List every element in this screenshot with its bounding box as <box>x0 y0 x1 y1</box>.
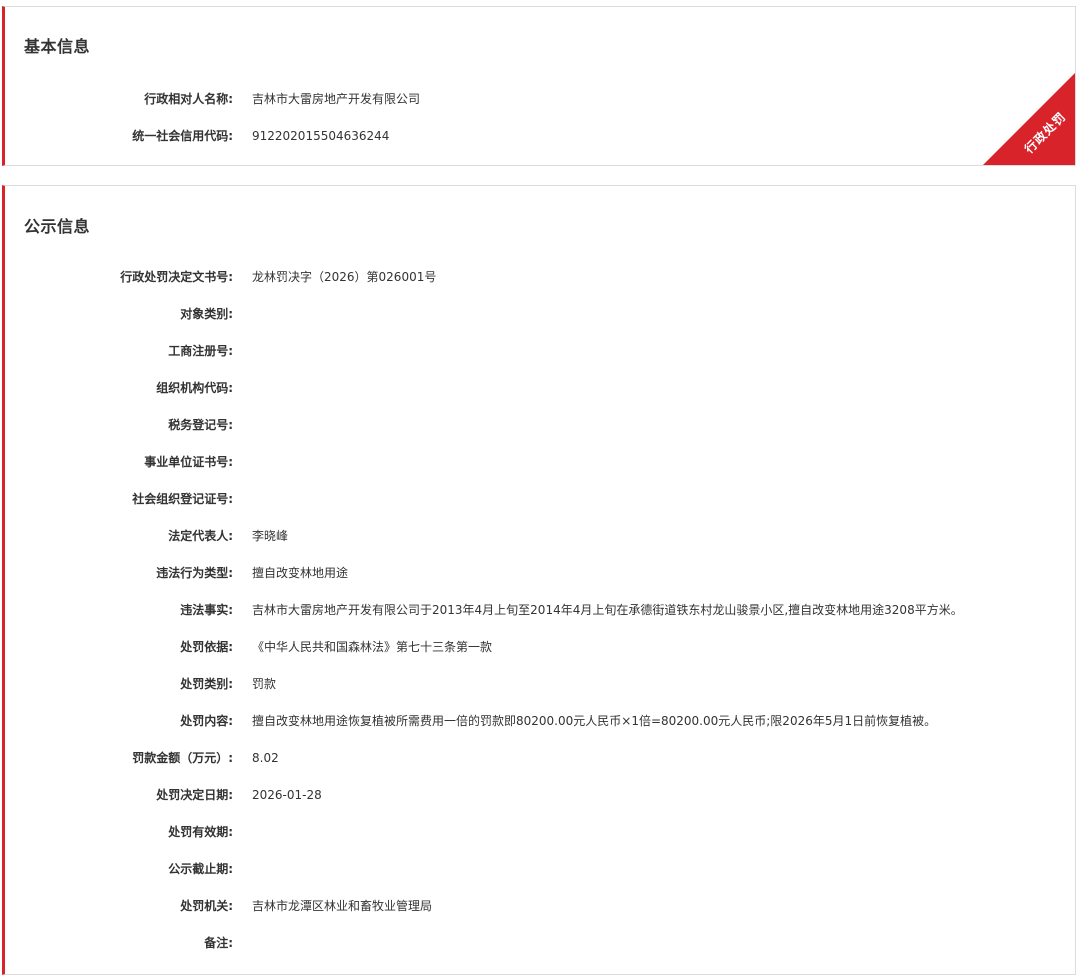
field-label: 社会组织登记证号: <box>132 492 233 506</box>
field-value: 吉林市龙潭区林业和畜牧业管理局 <box>252 899 433 913</box>
field-value: 吉林市大雷房地产开发有限公司于2013年4月上旬至2014年4月上旬在承德街道铁… <box>252 603 963 617</box>
public-info-rows: 行政处罚决定文书号: 龙林罚决字（2026）第026001号 对象类别: 工商注… <box>5 258 1075 961</box>
field-value: 2026-01-28 <box>252 787 322 802</box>
field-label: 税务登记号: <box>168 418 233 432</box>
section-title-basic-info: 基本信息 <box>24 37 91 56</box>
field-row-violation-type: 违法行为类型: 擅自改变林地用途 <box>5 554 1075 591</box>
field-row-institution-cert-no: 事业单位证书号: <box>5 443 1075 480</box>
field-label: 罚款金额（万元）: <box>132 751 233 765</box>
field-label: 统一社会信用代码: <box>132 129 233 143</box>
field-label: 处罚类别: <box>180 677 233 691</box>
field-row-violation-facts: 违法事实: 吉林市大雷房地产开发有限公司于2013年4月上旬至2014年4月上旬… <box>5 591 1075 628</box>
field-row-credit-code: 统一社会信用代码: 912202015504636244 <box>5 117 1075 154</box>
field-label: 处罚有效期: <box>168 825 233 839</box>
field-value: 8.02 <box>252 750 279 765</box>
field-label: 事业单位证书号: <box>144 455 233 469</box>
field-row-penalty-basis: 处罚依据: 《中华人民共和国森林法》第七十三条第一款 <box>5 628 1075 665</box>
field-row-disclosure-deadline: 公示截止期: <box>5 850 1075 887</box>
field-label: 组织机构代码: <box>156 381 233 395</box>
field-value: 《中华人民共和国森林法》第七十三条第一款 <box>252 640 493 654</box>
field-value: 吉林市大雷房地产开发有限公司 <box>252 92 421 106</box>
field-row-social-org-reg-no: 社会组织登记证号: <box>5 480 1075 517</box>
field-label: 备注: <box>204 936 233 950</box>
field-row-party-name: 行政相对人名称: 吉林市大雷房地产开发有限公司 <box>5 80 1075 117</box>
field-label: 处罚决定日期: <box>156 788 233 802</box>
field-value: 擅自改变林地用途 <box>252 566 349 580</box>
field-label: 工商注册号: <box>168 344 233 358</box>
field-row-object-category: 对象类别: <box>5 295 1075 332</box>
field-value: 912202015504636244 <box>252 128 390 143</box>
field-label: 行政相对人名称: <box>144 92 233 106</box>
field-label: 法定代表人: <box>168 529 233 543</box>
field-row-validity-period: 处罚有效期: <box>5 813 1075 850</box>
field-row-legal-rep: 法定代表人: 李晓峰 <box>5 517 1075 554</box>
field-row-fine-amount: 罚款金额（万元）: 8.02 <box>5 739 1075 776</box>
field-row-decision-date: 处罚决定日期: 2026-01-28 <box>5 776 1075 813</box>
field-label: 处罚内容: <box>180 714 233 728</box>
field-label: 违法行为类型: <box>156 566 233 580</box>
field-row-decision-doc-no: 行政处罚决定文书号: 龙林罚决字（2026）第026001号 <box>5 258 1075 295</box>
field-row-remarks: 备注: <box>5 924 1075 961</box>
field-value: 擅自改变林地用途恢复植被所需费用一倍的罚款即80200.00元人民币×1倍=80… <box>252 714 937 728</box>
basic-info-rows: 行政相对人名称: 吉林市大雷房地产开发有限公司 统一社会信用代码: 912202… <box>5 80 1075 154</box>
public-info-card: 公示信息 行政处罚决定文书号: 龙林罚决字（2026）第026001号 对象类别… <box>2 185 1076 975</box>
field-label: 行政处罚决定文书号: <box>120 270 233 284</box>
field-label: 公示截止期: <box>168 862 233 876</box>
field-row-org-code: 组织机构代码: <box>5 369 1075 406</box>
field-row-penalty-category: 处罚类别: 罚款 <box>5 665 1075 702</box>
field-value: 罚款 <box>252 677 277 691</box>
field-value: 李晓峰 <box>252 529 289 543</box>
field-row-penalty-content: 处罚内容: 擅自改变林地用途恢复植被所需费用一倍的罚款即80200.00元人民币… <box>5 702 1075 739</box>
field-row-penalty-authority: 处罚机关: 吉林市龙潭区林业和畜牧业管理局 <box>5 887 1075 924</box>
field-value: 龙林罚决字（2026）第026001号 <box>252 270 437 284</box>
field-row-business-reg-no: 工商注册号: <box>5 332 1075 369</box>
section-title-public-info: 公示信息 <box>24 217 91 236</box>
field-label: 处罚机关: <box>180 899 233 913</box>
field-label: 违法事实: <box>180 603 233 617</box>
field-label: 处罚依据: <box>180 640 233 654</box>
penalty-corner-ribbon: 行政处罚 <box>983 73 1075 165</box>
basic-info-card: 基本信息 行政相对人名称: 吉林市大雷房地产开发有限公司 统一社会信用代码: 9… <box>2 6 1076 166</box>
field-row-tax-reg-no: 税务登记号: <box>5 406 1075 443</box>
field-label: 对象类别: <box>180 307 233 321</box>
